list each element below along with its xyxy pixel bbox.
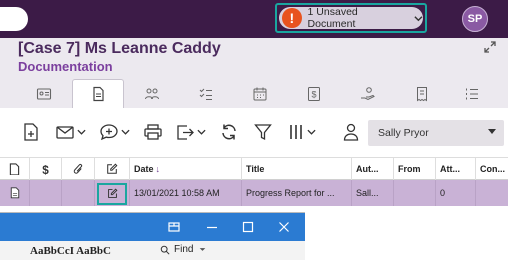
tab-tasks[interactable]: [180, 80, 232, 108]
envelope-icon: [56, 126, 74, 139]
chevron-down-icon: [414, 15, 423, 21]
checklist-icon: [199, 88, 212, 100]
chevron-down-icon: [77, 129, 86, 135]
user-select-value: Sally Pryor: [378, 127, 429, 139]
unsaved-documents-label: 1 Unsaved Document: [307, 6, 358, 30]
styles-gallery-preview[interactable]: AaBbCcI AaBbC: [30, 245, 111, 257]
add-comment-menu-button[interactable]: [100, 122, 130, 142]
row-attachments-cell: 0: [436, 180, 476, 206]
window-ribbon: AaBbCcI AaBbC Find: [0, 241, 305, 260]
restore-ribbon-icon[interactable]: [166, 219, 182, 235]
calendar-icon: [253, 87, 267, 101]
chevron-down-icon: [307, 129, 316, 135]
document-icon: [9, 162, 20, 176]
tab-details[interactable]: [18, 80, 70, 108]
header-date[interactable]: Date ↓: [130, 158, 242, 180]
minimize-icon[interactable]: [204, 219, 220, 235]
header-from[interactable]: From: [394, 158, 436, 180]
export-menu-button[interactable]: [176, 122, 206, 142]
filter-icon: [254, 124, 272, 141]
unsaved-documents-dropdown[interactable]: ! 1 Unsaved Document: [275, 3, 427, 33]
tab-invoices[interactable]: [396, 80, 448, 108]
dollar-icon: $: [42, 163, 49, 175]
row-billing-cell: [30, 180, 62, 206]
chevron-down-icon: [121, 129, 130, 135]
svg-text:$: $: [311, 90, 316, 100]
header-attachments[interactable]: Att...: [436, 158, 476, 180]
tab-notes[interactable]: [446, 80, 498, 108]
dollar-icon: $: [308, 87, 320, 101]
find-label: Find: [174, 244, 194, 255]
row-type-cell: [0, 180, 30, 206]
receipt-icon: [417, 87, 427, 102]
header-type[interactable]: [0, 158, 30, 180]
tab-contacts[interactable]: [126, 80, 178, 108]
tab-calendar[interactable]: [234, 80, 286, 108]
id-card-icon: [36, 88, 52, 100]
header-title[interactable]: Title: [242, 158, 352, 180]
edit-icon: [107, 163, 118, 174]
case-tabs: $: [0, 79, 508, 108]
user-avatar[interactable]: SP: [462, 6, 488, 32]
warning-icon: !: [282, 8, 302, 28]
tab-billing[interactable]: $: [288, 80, 340, 108]
search-icon: [160, 245, 170, 255]
row-contact-cell: [476, 180, 508, 206]
window-title-bar[interactable]: [0, 213, 305, 241]
hand-money-icon: [361, 87, 375, 101]
document-icon: [93, 86, 104, 102]
header-date-label: Date: [134, 164, 154, 174]
columns-icon: [290, 125, 302, 139]
header-edit[interactable]: [95, 158, 130, 180]
filter-button[interactable]: [254, 122, 272, 142]
email-menu-button[interactable]: [56, 122, 86, 142]
people-icon: [145, 88, 159, 100]
maximize-icon[interactable]: [240, 219, 256, 235]
document-icon: [10, 187, 19, 199]
section-title: Documentation: [18, 59, 113, 74]
svg-text:$: $: [42, 163, 49, 175]
printer-icon: [144, 124, 162, 140]
row-title-cell: Progress Report for ...: [242, 180, 352, 206]
app-top-bar: ! 1 Unsaved Document SP: [0, 0, 508, 38]
tab-payments[interactable]: [342, 80, 394, 108]
table-header: $ Date ↓ Title Aut... From Att... Con...: [0, 158, 508, 180]
edit-button-highlight: [97, 183, 127, 205]
search-box[interactable]: [0, 7, 28, 31]
person-icon: [343, 123, 359, 141]
paperclip-icon: [73, 163, 82, 174]
row-author-cell: Sall...: [352, 180, 394, 206]
header-billing[interactable]: $: [30, 158, 62, 180]
close-icon[interactable]: [276, 219, 292, 235]
row-attachment-cell: [62, 180, 95, 206]
tab-documentation[interactable]: [72, 79, 124, 108]
document-editor-window: AaBbCcI AaBbC Find: [0, 212, 305, 260]
user-filter-icon-wrap: [343, 122, 359, 142]
refresh-button[interactable]: [220, 122, 238, 142]
table-row[interactable]: 13/01/2021 10:58 AM Progress Report for …: [0, 180, 508, 206]
refresh-icon: [222, 124, 236, 140]
columns-menu-button[interactable]: [288, 122, 316, 142]
chevron-down-icon: [197, 129, 206, 135]
new-document-button[interactable]: [24, 122, 38, 142]
expand-icon[interactable]: [484, 41, 496, 53]
documents-toolbar: Sally Pryor: [0, 108, 508, 158]
header-attachment[interactable]: [62, 158, 95, 180]
caret-down-icon: [488, 129, 496, 134]
case-title: [Case 7] Ms Leanne Caddy: [18, 40, 221, 57]
header-author[interactable]: Aut...: [352, 158, 394, 180]
row-date-cell: 13/01/2021 10:58 AM: [130, 180, 242, 206]
caret-down-icon: [200, 248, 206, 251]
numbered-list-icon: [466, 88, 478, 100]
sort-desc-icon: ↓: [155, 164, 161, 174]
print-button[interactable]: [144, 122, 162, 142]
header-contact[interactable]: Con...: [476, 158, 508, 180]
find-button[interactable]: Find: [160, 244, 206, 255]
user-select[interactable]: Sally Pryor: [368, 120, 504, 146]
export-icon: [177, 125, 194, 140]
row-from-cell: [394, 180, 436, 206]
new-document-icon: [24, 123, 38, 141]
add-comment-icon: [100, 124, 118, 141]
